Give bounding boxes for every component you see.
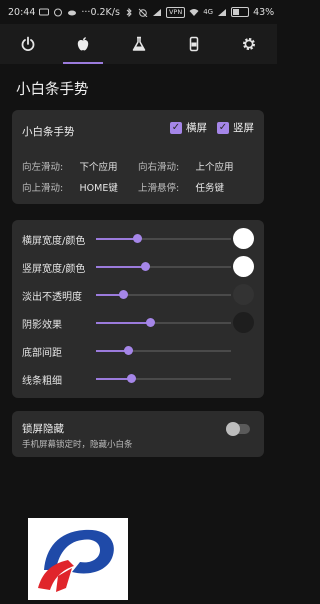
shadow-row: 阴影效果	[22, 310, 254, 336]
lock-hide-description: 手机屏幕锁定时，隐藏小白条	[22, 440, 133, 450]
message-icon	[39, 8, 50, 15]
swipe-left-action[interactable]: 下个应用	[80, 159, 139, 173]
slider-label: 横屏宽度/颜色	[22, 235, 86, 247]
checkmark-icon: ✓	[217, 121, 229, 134]
color-swatch[interactable]	[233, 312, 254, 333]
battery-icon	[231, 7, 250, 17]
lock-hide-toggle[interactable]	[226, 422, 250, 436]
cloud-icon	[68, 10, 77, 15]
signal-icon	[152, 8, 161, 16]
lock-hide-title: 锁屏隐藏	[22, 423, 64, 435]
color-swatch[interactable]	[233, 284, 254, 305]
tab-apple[interactable]	[55, 24, 110, 64]
status-bar: 20:44 ··· 0.2K/s VPN 4G 43%	[0, 0, 277, 24]
phone-icon	[189, 36, 199, 52]
portrait-checkbox[interactable]: ✓ 竖屏	[217, 120, 254, 135]
tab-lab[interactable]	[111, 24, 166, 64]
flask-icon	[132, 36, 145, 51]
signal-icon-2	[218, 8, 227, 16]
slider-thumb[interactable]	[146, 318, 155, 327]
tab-device[interactable]	[166, 24, 221, 64]
p-logo-icon	[38, 529, 114, 592]
tab-bar	[0, 24, 277, 64]
gesture-card-title: 小白条手势	[22, 126, 75, 138]
slider-thumb[interactable]	[119, 290, 128, 299]
gesture-card: 小白条手势 ✓ 横屏 ✓ 竖屏 向左滑动: 下个应用 向右滑动: 上个应用 向上…	[12, 110, 264, 204]
bottom-margin-slider[interactable]	[96, 346, 231, 355]
slider-thumb[interactable]	[140, 262, 150, 271]
alarm-off-icon	[138, 8, 148, 17]
vpn-badge: VPN	[165, 6, 186, 18]
landscape-width-row: 横屏宽度/颜色	[22, 226, 254, 252]
swipe-left-label: 向左滑动:	[22, 162, 64, 173]
orientation-checkboxes: ✓ 横屏 ✓ 竖屏	[170, 120, 254, 135]
slider-thumb[interactable]	[127, 374, 137, 383]
power-icon	[21, 36, 35, 51]
gesture-row: 向左滑动: 下个应用 向右滑动: 上个应用	[22, 159, 254, 173]
chat-icon	[54, 8, 63, 16]
swipe-up-action[interactable]: HOME键	[80, 180, 139, 194]
swipe-up-label: 向上滑动:	[22, 183, 64, 194]
bottom-margin-row: 底部间距	[22, 338, 254, 364]
line-thickness-slider[interactable]	[96, 374, 231, 383]
fade-opacity-row: 淡出不透明度	[22, 282, 254, 308]
slider-label: 底部间距	[22, 347, 62, 359]
color-swatch[interactable]	[233, 256, 254, 277]
landscape-label: 横屏	[186, 122, 207, 134]
watermark-logo	[28, 518, 128, 600]
battery-percent: 43%	[253, 6, 275, 18]
landscape-checkbox[interactable]: ✓ 横屏	[170, 120, 207, 135]
wifi-icon	[189, 8, 199, 16]
toggle-knob	[226, 422, 240, 436]
appearance-card: 横屏宽度/颜色 竖屏宽度/颜色 淡出不透明度 阴影效果 底部间距 线条粗细	[12, 220, 264, 398]
gear-icon	[243, 37, 256, 51]
swipe-right-label: 向右滑动:	[138, 162, 180, 173]
line-thickness-row: 线条粗细	[22, 366, 254, 392]
checkmark-icon: ✓	[170, 121, 182, 134]
swipe-right-action[interactable]: 上个应用	[196, 159, 255, 173]
gesture-row: 向上滑动: HOME键 上滑悬停: 任务键	[22, 180, 254, 194]
color-swatch[interactable]	[233, 228, 254, 249]
status-time: 20:44	[8, 6, 36, 18]
slider-label: 线条粗细	[22, 375, 62, 387]
tab-power[interactable]	[0, 24, 55, 64]
network-type: 4G	[203, 8, 214, 16]
slider-label: 淡出不透明度	[22, 291, 82, 303]
slider-thumb[interactable]	[132, 234, 142, 243]
slider-label: 阴影效果	[22, 319, 62, 331]
portrait-width-slider[interactable]	[96, 262, 231, 271]
swipe-up-hold-label: 上滑悬停:	[138, 183, 180, 194]
page-title: 小白条手势	[16, 82, 89, 98]
tab-settings[interactable]	[222, 24, 277, 64]
landscape-width-slider[interactable]	[96, 234, 231, 243]
more-dots-icon: ···	[81, 6, 91, 18]
slider-label: 竖屏宽度/颜色	[22, 263, 86, 275]
portrait-label: 竖屏	[233, 122, 254, 134]
fade-opacity-slider[interactable]	[96, 290, 231, 299]
network-speed: 0.2K/s	[90, 6, 120, 18]
slider-thumb[interactable]	[124, 346, 134, 355]
lock-screen-card[interactable]: 锁屏隐藏 手机屏幕锁定时，隐藏小白条	[12, 411, 264, 457]
shadow-slider[interactable]	[96, 318, 231, 327]
apple-icon	[77, 37, 89, 51]
portrait-width-row: 竖屏宽度/颜色	[22, 254, 254, 280]
bluetooth-icon	[126, 7, 132, 17]
swipe-up-hold-action[interactable]: 任务键	[196, 180, 255, 194]
